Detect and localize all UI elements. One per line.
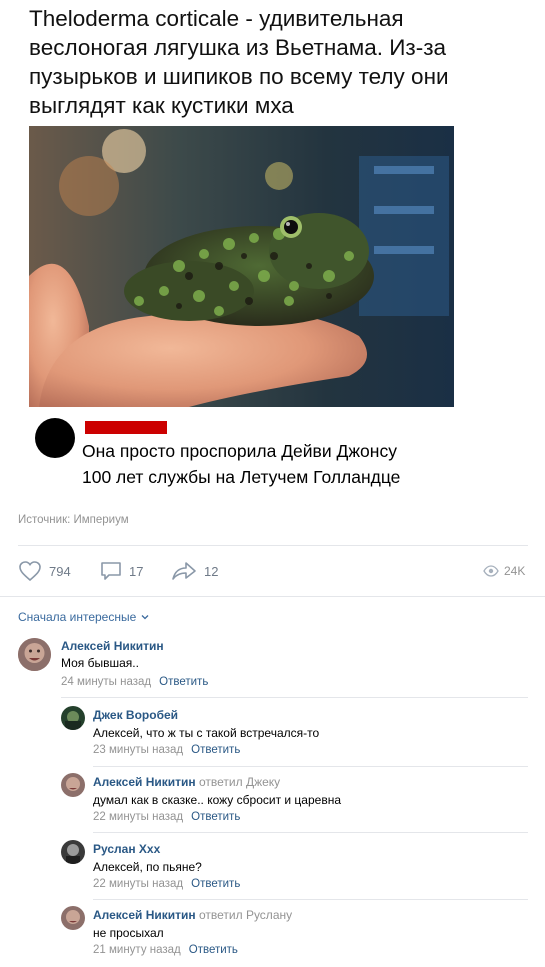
redacted-avatar xyxy=(35,418,75,458)
post-actions: 794 17 12 24K xyxy=(18,558,528,584)
comment-text: Алексей, что ж ты с такой встречался-то xyxy=(93,726,320,740)
divider xyxy=(61,697,528,698)
replied-to-label[interactable]: ответил Джеку xyxy=(199,775,280,789)
redacted-name xyxy=(85,421,167,434)
quoted-reply-line-2: 100 лет службы на Летучем Голландце xyxy=(82,467,401,487)
comment-time[interactable]: 23 минуты назад xyxy=(93,744,183,756)
comment-text: Алексей, по пьяне? xyxy=(93,860,202,874)
comment-time[interactable]: 22 минуты назад xyxy=(93,811,183,823)
heart-icon xyxy=(19,561,41,582)
share-button[interactable]: 12 xyxy=(171,558,218,584)
reply-button[interactable]: Ответить xyxy=(159,676,208,688)
comment-meta: 23 минуты назад Ответить xyxy=(93,744,240,756)
eye-icon xyxy=(483,565,499,577)
comment-button[interactable]: 17 xyxy=(100,558,143,584)
quoted-reply-text: Она просто проспорила Дейви Джонсу 100 л… xyxy=(82,438,502,490)
comment-time[interactable]: 22 минуты назад xyxy=(93,878,183,890)
post-headline: Theloderma corticale - удивительная весл… xyxy=(29,6,449,118)
divider xyxy=(18,545,528,546)
avatar[interactable] xyxy=(61,773,85,797)
avatar-photo xyxy=(61,840,85,864)
comment-item: Алексей Никитин ответил Джеку думал как … xyxy=(0,767,545,832)
comment-count: 17 xyxy=(129,563,144,579)
comment-meta: 21 минуту назад Ответить xyxy=(93,944,238,956)
like-button[interactable]: 794 xyxy=(18,558,71,584)
comment-author-name: Алексей Никитин xyxy=(93,775,196,789)
comment-author[interactable]: Джек Воробей xyxy=(93,708,178,722)
avatar-photo xyxy=(18,638,51,671)
quoted-reply-line-1: Она просто проспорила Дейви Джонсу xyxy=(82,441,397,461)
sort-label: Сначала интересные xyxy=(18,610,137,624)
comment-text: думал как в сказке.. кожу сбросит и царе… xyxy=(93,793,342,807)
avatar[interactable] xyxy=(61,706,85,730)
avatar[interactable] xyxy=(18,638,51,671)
comment-author-name: Алексей Никитин xyxy=(61,639,164,653)
share-arrow-icon xyxy=(172,562,196,580)
avatar-photo xyxy=(61,773,85,797)
chevron-down-icon xyxy=(141,615,149,620)
reply-button[interactable]: Ответить xyxy=(189,944,238,956)
reply-button[interactable]: Ответить xyxy=(191,744,240,756)
avatar-photo xyxy=(61,706,85,730)
quoted-reply: Она просто проспорила Дейви Джонсу 100 л… xyxy=(35,416,505,496)
comment-icon xyxy=(101,562,121,580)
comment-text: Моя бывшая.. xyxy=(61,656,139,670)
avatar[interactable] xyxy=(61,906,85,930)
avatar[interactable] xyxy=(61,840,85,864)
avatar-photo xyxy=(61,906,85,930)
comment-text: не просыхал xyxy=(93,926,164,940)
comment-author[interactable]: Руслан Ххх xyxy=(93,842,160,856)
comment-item: Джек Воробей Алексей, что ж ты с такой в… xyxy=(0,700,545,765)
comment-author[interactable]: Алексей Никитин xyxy=(61,639,164,653)
comment-author[interactable]: Алексей Никитин ответил Руслану xyxy=(93,908,292,922)
views-counter: 24K xyxy=(483,558,525,584)
post-source[interactable]: Источник: Империум xyxy=(18,514,129,526)
comment-meta: 22 минуты назад Ответить xyxy=(93,878,240,890)
comment-author[interactable]: Алексей Никитин ответил Джеку xyxy=(93,775,280,789)
comment-meta: 24 минуты назад Ответить xyxy=(61,676,208,688)
comment-meta: 22 минуты назад Ответить xyxy=(93,811,240,823)
comment-author-name: Алексей Никитин xyxy=(93,908,196,922)
comment-item: Алексей Никитин Моя бывшая.. 24 минуты н… xyxy=(0,632,545,697)
comment-item: Алексей Никитин ответил Руслану не просы… xyxy=(0,900,545,965)
divider xyxy=(93,832,528,833)
sort-dropdown[interactable]: Сначала интересные xyxy=(18,610,150,624)
like-count: 794 xyxy=(49,563,71,579)
replied-to-label[interactable]: ответил Руслану xyxy=(199,908,292,922)
comment-author-name: Руслан Ххх xyxy=(93,842,161,856)
share-count: 12 xyxy=(204,563,219,579)
divider xyxy=(0,596,545,597)
views-count: 24K xyxy=(504,564,526,578)
comment-time[interactable]: 21 минуту назад xyxy=(93,944,181,956)
comment-item: Руслан Ххх Алексей, по пьяне? 22 минуты … xyxy=(0,834,545,899)
comment-time[interactable]: 24 минуты назад xyxy=(61,676,151,688)
frog-photo[interactable] xyxy=(29,126,454,407)
reply-button[interactable]: Ответить xyxy=(191,878,240,890)
comment-author-name: Джек Воробей xyxy=(93,708,179,722)
frog-on-finger-image xyxy=(29,126,454,407)
reply-button[interactable]: Ответить xyxy=(191,811,240,823)
